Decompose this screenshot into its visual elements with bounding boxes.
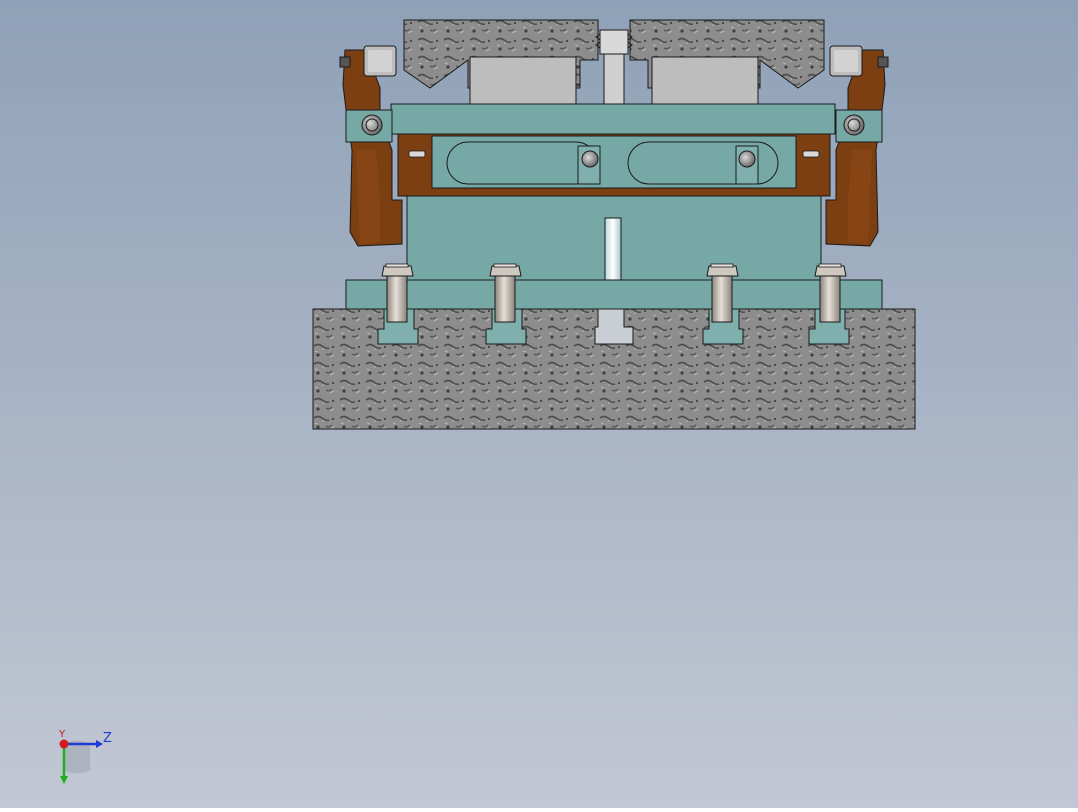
z-axis-label: Z [103,731,112,746]
triad-labels: Z Y [44,722,134,802]
left-slide-nut[interactable] [577,145,601,185]
top-cross-plate[interactable] [390,103,836,135]
left-shoe-pad [469,56,577,105]
left-band-slot [408,150,426,158]
left-oval-slot [446,141,598,185]
right-side-clamp[interactable] [835,109,883,143]
y-axis-label: Y [59,729,66,740]
right-shoe-pad [651,56,759,105]
base-plate[interactable] [345,279,883,310]
right-pivot-pin [843,114,865,136]
center-guide-pin [604,217,622,281]
slotted-adjuster-band[interactable] [397,133,831,197]
cad-viewport[interactable]: Z Y [0,0,1078,808]
left-side-clamp[interactable] [345,109,393,143]
right-band-slot [802,150,820,158]
right-slide-nut[interactable] [735,145,759,185]
main-body-block[interactable] [406,195,822,281]
left-pivot-pin [361,114,383,136]
model-canvas[interactable] [0,0,1078,808]
